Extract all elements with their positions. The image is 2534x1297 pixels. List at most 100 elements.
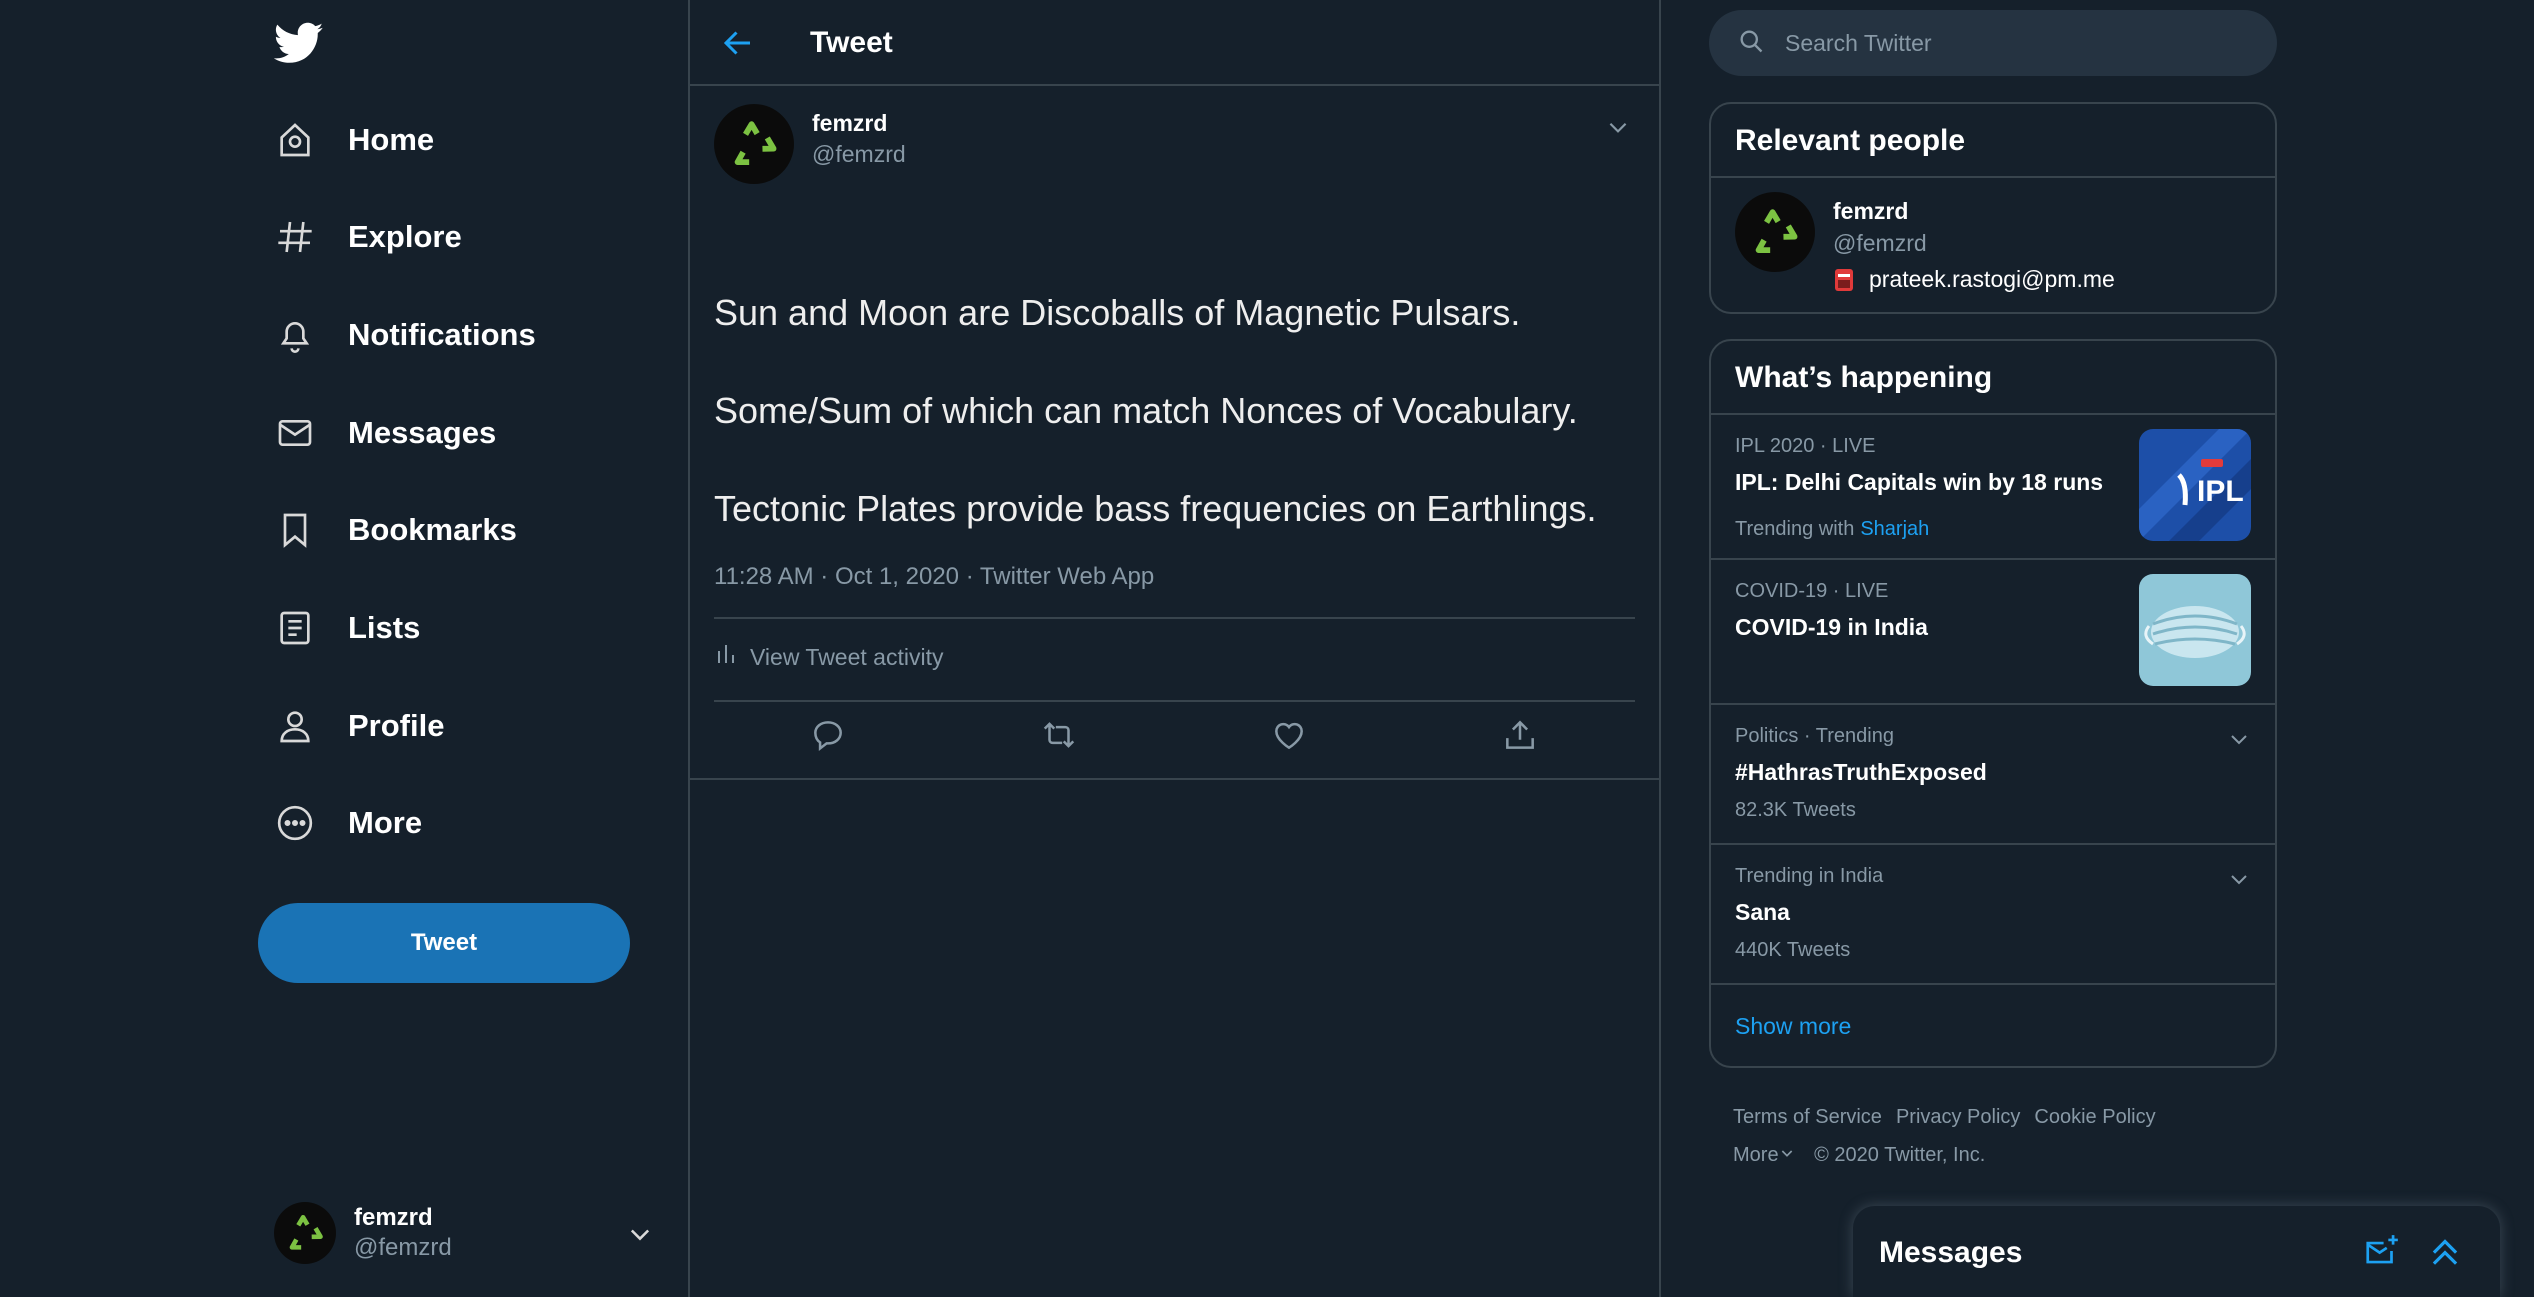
account-handle: @femzrd xyxy=(354,1234,452,1261)
footer-more-label: More xyxy=(1733,1144,1779,1166)
relevant-person-bio: prateek.rastogi@pm.me xyxy=(1833,266,2115,293)
trend-title: COVID-19 in India xyxy=(1735,614,1928,640)
nav-home[interactable]: Home xyxy=(274,105,434,175)
bio-email: prateek.rastogi@pm.me xyxy=(1869,266,2115,292)
nav-messages-label: Messages xyxy=(348,415,497,450)
trend-sub: Trending with Sharjah xyxy=(1735,518,1929,541)
trend-context: COVID-19 · LIVE xyxy=(1735,580,1889,602)
face-mask-image xyxy=(2139,574,2251,686)
bar-chart-icon xyxy=(714,642,738,672)
nav-home-label: Home xyxy=(348,122,435,157)
trend-item[interactable]: IPL 2020 · LIVE IPL: Delhi Capitals win … xyxy=(1711,415,2275,560)
trend-item[interactable]: Trending in India Sana 440K Tweets xyxy=(1711,845,2275,985)
show-more-link[interactable]: Show more xyxy=(1711,985,2275,1065)
divider xyxy=(714,617,1635,619)
main-column: Tweet femzrd @femzrd Sun and Moon are Di… xyxy=(688,0,1661,1297)
tweet-author[interactable]: femzrd @femzrd xyxy=(714,104,906,184)
divider xyxy=(690,778,1659,780)
trend-sub-link[interactable]: Sharjah xyxy=(1860,518,1929,540)
chevron-down-icon[interactable] xyxy=(1605,114,1631,145)
search-bar[interactable] xyxy=(1709,10,2277,76)
copyright: © 2020 Twitter, Inc. xyxy=(1814,1144,1986,1166)
tweet-button[interactable]: Tweet xyxy=(258,903,630,983)
recycle-icon xyxy=(289,1214,323,1250)
new-message-icon[interactable] xyxy=(2363,1232,2401,1275)
nav-messages[interactable]: Messages xyxy=(274,398,496,468)
nav-more-label: More xyxy=(348,805,423,840)
share-icon[interactable] xyxy=(1501,716,1541,756)
nav-notifications-label: Notifications xyxy=(348,317,536,352)
trend-sub-prefix: Trending with xyxy=(1735,518,1855,540)
retweet-icon[interactable] xyxy=(1040,716,1080,756)
trend-context: Politics · Trending xyxy=(1735,725,1894,747)
chevron-double-up-icon[interactable] xyxy=(2426,1232,2464,1275)
relevant-person-handle: @femzrd xyxy=(1833,230,1927,256)
footer-link[interactable]: Privacy Policy xyxy=(1896,1106,2020,1128)
home-icon xyxy=(274,119,316,161)
chevron-down-icon xyxy=(626,1220,654,1253)
nav-profile[interactable]: Profile xyxy=(274,691,444,761)
nav-bookmarks[interactable]: Bookmarks xyxy=(274,495,517,565)
trend-title: Sana xyxy=(1735,899,1790,925)
search-input[interactable] xyxy=(1785,29,2225,57)
avatar[interactable] xyxy=(1735,192,1815,272)
sidebar: Home Explore Notifications Messages Book… xyxy=(258,0,688,1297)
relevant-people-card: Relevant people femzrd @femzrd prateek.r… xyxy=(1709,102,2277,314)
page-title: Tweet xyxy=(810,26,893,59)
nav-more[interactable]: More xyxy=(274,788,422,858)
footer-more[interactable]: More xyxy=(1733,1144,1795,1166)
more-circle-icon xyxy=(274,802,316,844)
chevron-down-icon[interactable] xyxy=(2227,727,2251,756)
trend-title: IPL: Delhi Capitals win by 18 runs xyxy=(1735,469,2104,495)
twitter-bird-icon[interactable] xyxy=(273,18,324,68)
relevant-people-title: Relevant people xyxy=(1711,104,2275,178)
hashtag-icon xyxy=(274,216,316,258)
bell-icon xyxy=(274,314,316,356)
trend-context: IPL 2020 · LIVE xyxy=(1735,435,1876,457)
avatar xyxy=(274,1202,336,1264)
view-tweet-activity-label: View Tweet activity xyxy=(750,643,944,670)
footer-link[interactable]: Terms of Service xyxy=(1733,1106,1882,1128)
tweet-line: Sun and Moon are Discoballs of Magnetic … xyxy=(714,292,1521,333)
trend-item[interactable]: COVID-19 · LIVE COVID-19 in India xyxy=(1711,560,2275,705)
relevant-person[interactable]: femzrd @femzrd prateek.rastogi@pm.me xyxy=(1711,178,2275,308)
chevron-down-icon xyxy=(1781,1150,1792,1157)
nav-bookmarks-label: Bookmarks xyxy=(348,512,517,547)
messages-drawer-title: Messages xyxy=(1879,1236,2023,1269)
reply-icon[interactable] xyxy=(809,716,849,756)
list-icon xyxy=(274,607,316,649)
person-icon xyxy=(274,705,316,747)
nav-notifications[interactable]: Notifications xyxy=(274,300,536,370)
nav-lists[interactable]: Lists xyxy=(274,593,420,663)
divider xyxy=(714,700,1635,702)
avatar[interactable] xyxy=(714,104,794,184)
nav-explore[interactable]: Explore xyxy=(274,202,462,272)
messages-drawer[interactable]: Messages xyxy=(1853,1206,2500,1297)
bookmark-icon xyxy=(274,509,316,551)
envelope-icon xyxy=(274,412,316,454)
heart-icon[interactable] xyxy=(1270,716,1310,756)
recycle-icon xyxy=(1755,209,1798,254)
tweet-line: Some/Sum of which can match Nonces of Vo… xyxy=(714,390,1578,431)
account-switcher[interactable]: femzrd @femzrd xyxy=(274,1198,654,1268)
search-icon xyxy=(1737,27,1765,60)
view-tweet-activity[interactable]: View Tweet activity xyxy=(714,642,943,672)
whats-happening-title: What’s happening xyxy=(1711,341,2275,415)
account-name: femzrd xyxy=(354,1204,433,1231)
relevant-person-name[interactable]: femzrd xyxy=(1833,198,1908,225)
trend-count: 440K Tweets xyxy=(1735,939,1851,961)
tweet-meta[interactable]: 11:28 AM · Oct 1, 2020 · Twitter Web App xyxy=(714,563,1154,591)
app: Home Explore Notifications Messages Book… xyxy=(0,0,2534,1297)
nav-explore-label: Explore xyxy=(348,219,462,254)
nav-lists-label: Lists xyxy=(348,610,421,645)
svg-text:IPL: IPL xyxy=(2197,475,2244,508)
trend-count: 82.3K Tweets xyxy=(1735,799,1856,821)
tweet-author-handle: @femzrd xyxy=(812,141,906,167)
chevron-down-icon[interactable] xyxy=(2227,867,2251,896)
footer: Terms of Service Privacy Policy Cookie Pol… xyxy=(1733,1098,2253,1174)
back-arrow-icon[interactable] xyxy=(720,25,756,66)
trend-item[interactable]: Politics · Trending #HathrasTruthExposed… xyxy=(1711,705,2275,845)
tweet-author-name[interactable]: femzrd xyxy=(812,110,906,137)
tweet-actions xyxy=(690,716,1659,766)
footer-link[interactable]: Cookie Policy xyxy=(2034,1106,2155,1128)
